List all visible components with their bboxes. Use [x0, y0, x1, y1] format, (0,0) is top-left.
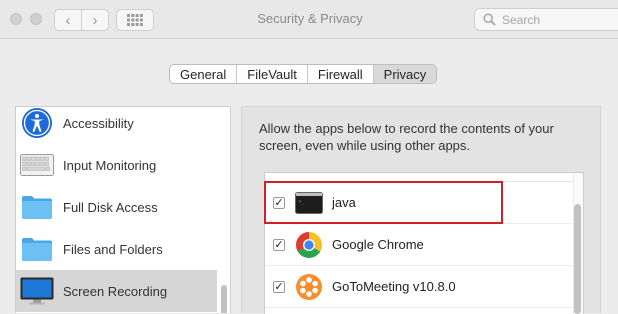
search-placeholder: Search — [502, 12, 541, 27]
minimize-window-button[interactable] — [30, 13, 42, 25]
forward-button[interactable]: › — [81, 9, 109, 31]
chevron-left-icon: ‹ — [65, 11, 71, 29]
folder-icon — [20, 232, 54, 266]
chevron-right-icon: › — [92, 11, 98, 29]
close-window-button[interactable] — [10, 13, 22, 25]
gotomeeting-icon — [295, 273, 323, 301]
window-title: Security & Privacy — [257, 11, 363, 26]
search-icon — [483, 13, 496, 26]
panel-description: Allow the apps below to record the conte… — [259, 121, 554, 153]
sidebar-item-label: Full Disk Access — [63, 199, 158, 215]
tab-bar: General FileVault Firewall Privacy — [169, 64, 438, 84]
list-item-gotomeeting[interactable]: ✓ GoToMeeting v10.8.0 — [265, 266, 573, 308]
show-all-button[interactable] — [116, 9, 154, 31]
sidebar-item-accessibility[interactable]: Accessibility — [16, 107, 217, 144]
sidebar-scrollbar[interactable] — [221, 285, 227, 313]
sidebar-item-label: Files and Folders — [63, 241, 163, 257]
display-icon — [20, 274, 54, 308]
sidebar-item-files-and-folders[interactable]: Files and Folders — [16, 228, 217, 270]
keyboard-icon — [20, 148, 54, 182]
privacy-category-list: Accessibility Input Monitoring Full Disk… — [15, 106, 231, 313]
app-name: Google Chrome — [332, 237, 424, 252]
app-name: GoToMeeting v10.8.0 — [332, 279, 456, 294]
folder-icon — [20, 190, 54, 224]
tab-privacy[interactable]: Privacy — [373, 65, 437, 83]
google-chrome-checkbox[interactable]: ✓ — [273, 238, 285, 251]
list-item-google-chrome[interactable]: ✓ Google Chrome — [265, 224, 573, 266]
grid-icon — [127, 14, 143, 26]
chrome-icon — [295, 231, 323, 259]
tab-general[interactable]: General — [170, 65, 238, 83]
title-bar: ‹ › Security & Privacy Search — [0, 0, 618, 39]
sidebar-item-label: Accessibility — [63, 115, 134, 131]
sidebar-item-input-monitoring[interactable]: Input Monitoring — [16, 144, 217, 186]
sidebar-item-label: Screen Recording — [63, 283, 168, 299]
sidebar-item-label: Input Monitoring — [63, 157, 157, 173]
sidebar-item-screen-recording[interactable]: Screen Recording — [16, 270, 217, 312]
list-scrollbar[interactable] — [574, 204, 581, 314]
search-field[interactable]: Search — [474, 8, 618, 31]
accessibility-icon — [20, 107, 54, 140]
tab-filevault[interactable]: FileVault — [237, 65, 308, 83]
back-button[interactable]: ‹ — [54, 9, 82, 31]
tab-firewall[interactable]: Firewall — [308, 65, 374, 83]
highlight-box — [264, 181, 503, 224]
sidebar-item-full-disk-access[interactable]: Full Disk Access — [16, 186, 217, 228]
gotomeeting-checkbox[interactable]: ✓ — [273, 280, 285, 293]
